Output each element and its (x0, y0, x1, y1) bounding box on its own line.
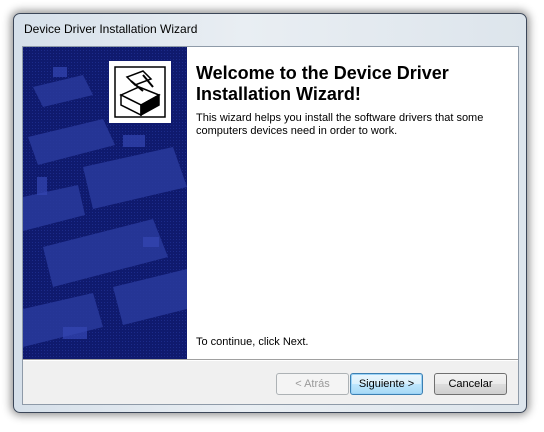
wizard-banner-image (23, 47, 187, 359)
cancel-button[interactable]: Cancelar (434, 373, 507, 395)
title-bar[interactable]: Device Driver Installation Wizard (14, 14, 526, 44)
wizard-window: Device Driver Installation Wizard Welcom… (13, 13, 527, 413)
wizard-client-area: Welcome to the Device Driver Installatio… (22, 46, 519, 405)
window-title: Device Driver Installation Wizard (24, 22, 198, 36)
page-heading: Welcome to the Device Driver Installatio… (196, 63, 449, 104)
next-button[interactable]: Siguiente > (350, 373, 423, 395)
continue-instruction: To continue, click Next. (196, 336, 309, 348)
welcome-page: Welcome to the Device Driver Installatio… (23, 47, 518, 359)
page-description: This wizard helps you install the softwa… (196, 112, 484, 137)
hardware-install-icon (109, 61, 171, 123)
back-button[interactable]: < Atrás (276, 373, 349, 395)
button-divider (23, 359, 518, 361)
